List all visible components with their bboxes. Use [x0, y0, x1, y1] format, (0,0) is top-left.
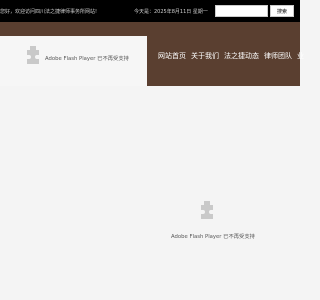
- plugin-icon: [198, 199, 216, 223]
- nav-item-home[interactable]: 网站首页: [158, 48, 186, 64]
- logo-flash-placeholder: Adobe Flash Player 已不再受支持: [0, 36, 147, 88]
- date-text: 今天是：2025年8月11日 星期一: [134, 9, 208, 15]
- nav-item-about[interactable]: 关于我们: [191, 48, 219, 64]
- welcome-text: 您好，欢迎访问四川法之捷律师事务所网站!: [0, 9, 98, 15]
- top-bar: 您好，欢迎访问四川法之捷律师事务所网站! 今天是：2025年8月11日 星期一 …: [0, 0, 300, 22]
- plugin-icon: [24, 44, 42, 68]
- banner-flash-placeholder: Adobe Flash Player 已不再受支持: [0, 86, 300, 300]
- search-input[interactable]: [215, 5, 268, 17]
- nav-item-news[interactable]: 法之捷动态: [224, 48, 259, 64]
- flash-unsupported-text: Adobe Flash Player 已不再受支持: [171, 234, 255, 240]
- site-header: Adobe Flash Player 已不再受支持 网站首页 关于我们 法之捷动…: [0, 22, 304, 88]
- nav-item-team[interactable]: 律师团队: [264, 48, 292, 64]
- nav-item-business[interactable]: 业: [297, 48, 304, 64]
- flash-unsupported-text: Adobe Flash Player 已不再受支持: [45, 56, 129, 62]
- main-nav: 网站首页 关于我们 法之捷动态 律师团队 业: [158, 48, 304, 64]
- search-button[interactable]: 搜索: [270, 5, 294, 17]
